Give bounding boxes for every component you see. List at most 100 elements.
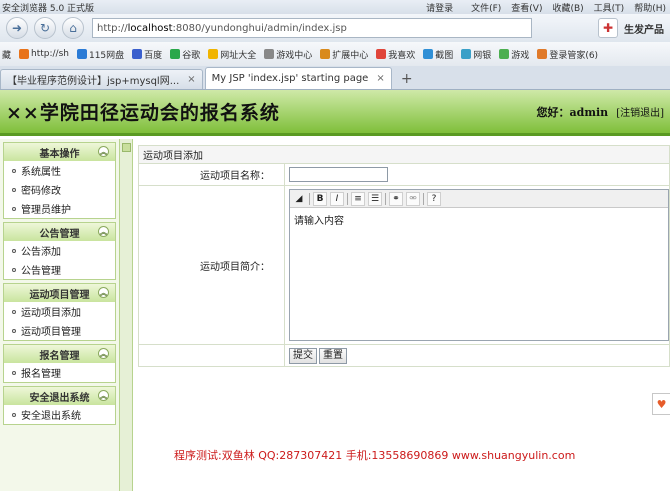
unlink-icon[interactable]: ⚮ (406, 191, 420, 206)
menu-favorites[interactable]: 收藏(B) (552, 1, 583, 14)
sport-name-input[interactable] (289, 167, 388, 182)
bookmark-icon (264, 49, 275, 59)
sidebar-group-basic: 基本操作 ︽ 系统属性 密码修改 管理员维护 (3, 142, 116, 219)
ordered-list-icon[interactable]: ≡ (351, 191, 365, 206)
bookmark-item[interactable]: 藏 (2, 48, 11, 61)
tab-index-jsp[interactable]: My JSP 'index.jsp' starting page × (204, 67, 392, 89)
forward-button[interactable]: ➜ (6, 17, 28, 39)
sidebar-group-signup: 报名管理 ︽ 报名管理 (3, 344, 116, 383)
bookmark-item[interactable]: 谷歌 (170, 48, 200, 61)
sport-intro-label: 运动项目简介： (138, 185, 285, 345)
product-link[interactable]: 生发产品 (624, 21, 664, 36)
link-icon[interactable]: ⚭ (389, 191, 403, 206)
sidebar-item-sport-add[interactable]: 运动项目添加 (4, 302, 115, 321)
italic-icon[interactable]: I (330, 191, 344, 206)
sidebar-group-header[interactable]: 基本操作 ︽ (4, 143, 115, 161)
rich-text-editor: ◢ B I ≡ ☰ ⚭ ⚮ ? 请输入内容 (289, 189, 669, 341)
bookmark-icon (170, 49, 181, 59)
menu-help[interactable]: 帮助(H) (634, 1, 666, 14)
form-heading: 运动项目添加 (138, 145, 670, 164)
float-like-button[interactable]: ♥ (652, 393, 670, 415)
submit-button[interactable]: 提交 (289, 347, 317, 364)
sidebar-item-system-attributes[interactable]: 系统属性 (4, 161, 115, 180)
main-content: 运动项目添加 运动项目名称： 运动项目简介： ◢ B I ≡ ☰ ⚭ ⚮ ? 请… (138, 145, 670, 367)
reset-button[interactable]: 重置 (319, 347, 347, 364)
collapse-icon[interactable]: ︽ (98, 226, 109, 237)
bullet-icon (12, 267, 16, 272)
browser-navbar: ➜ ↻ ⌂ http://localhost:8080/yundonghui/a… (0, 14, 670, 42)
url-path: :8080/yundonghui/admin/index.jsp (172, 22, 347, 34)
bullet-icon (12, 248, 16, 253)
add-favorite-button[interactable]: ✚ (598, 18, 618, 38)
bookmark-item[interactable]: 游戏 (499, 48, 529, 61)
sidebar-group-header[interactable]: 报名管理 ︽ (4, 345, 115, 363)
web-page: ××学院田径运动会的报名系统 您好：admin [注销退出] 基本操作 ︽ 系统属… (0, 90, 670, 491)
menu-file[interactable]: 文件(F) (471, 1, 501, 14)
bookmark-item[interactable]: 我喜欢 (376, 48, 415, 61)
new-tab-button[interactable]: + (396, 69, 418, 89)
user-greeting: 您好：admin (536, 105, 609, 119)
sidebar-item-notice-add[interactable]: 公告添加 (4, 241, 115, 260)
refresh-button[interactable]: ↻ (34, 17, 56, 39)
sidebar-item-change-password[interactable]: 密码修改 (4, 180, 115, 199)
bookmark-item[interactable]: 网址大全 (208, 48, 256, 61)
collapse-icon[interactable]: ︽ (98, 348, 109, 359)
close-icon[interactable]: × (376, 73, 384, 84)
tab-graduation-project[interactable]: 【毕业程序范例设计】jsp+mysql网... × (0, 69, 203, 89)
bookmark-item[interactable]: 扩展中心 (320, 48, 368, 61)
editor-content[interactable]: 请输入内容 (290, 208, 668, 231)
bookmark-item[interactable]: http://sh (19, 49, 69, 59)
editor-toolbar: ◢ B I ≡ ☰ ⚭ ⚮ ? (290, 190, 668, 208)
plus-icon: ✚ (602, 21, 614, 35)
help-icon[interactable]: ? (427, 191, 441, 206)
url-prefix: http:// (97, 22, 128, 34)
bullet-icon (12, 187, 16, 192)
address-bar[interactable]: http://localhost:8080/yundonghui/admin/i… (92, 18, 532, 38)
sidebar-item-sport-manage[interactable]: 运动项目管理 (4, 321, 115, 340)
collapse-icon[interactable]: ︽ (98, 146, 109, 157)
sidebar-group-header[interactable]: 运动项目管理 ︽ (4, 284, 115, 302)
sidebar-group-exit: 安全退出系统 ︽ 安全退出系统 (3, 386, 116, 425)
sidebar-item-admin-maintenance[interactable]: 管理员维护 (4, 199, 115, 218)
bookmark-icon (320, 49, 331, 59)
bookmark-icon (537, 49, 548, 59)
arrow-right-icon: ➜ (11, 21, 23, 35)
heart-icon: ♥ (656, 397, 667, 411)
home-button[interactable]: ⌂ (62, 17, 84, 39)
tab-strip: 【毕业程序范例设计】jsp+mysql网... × My JSP 'index.j… (0, 66, 670, 90)
bullet-icon (12, 412, 16, 417)
bookmark-item[interactable]: 115网盘 (76, 48, 124, 61)
collapse-icon[interactable]: ︽ (98, 287, 109, 298)
sidebar-splitter[interactable] (120, 139, 133, 491)
source-icon[interactable]: ◢ (292, 192, 306, 206)
splitter-handle-icon[interactable] (122, 143, 131, 152)
sidebar-group-header[interactable]: 公告管理 ︽ (4, 223, 115, 241)
close-icon[interactable]: × (187, 74, 195, 85)
sidebar-item-signup-manage[interactable]: 报名管理 (4, 363, 115, 382)
bookmark-icon (208, 49, 219, 59)
refresh-icon: ↻ (39, 21, 51, 35)
sport-add-form: 运动项目添加 运动项目名称： 运动项目简介： ◢ B I ≡ ☰ ⚭ ⚮ ? 请… (138, 145, 670, 367)
login-link[interactable]: 请登录 (426, 1, 453, 14)
bookmark-item[interactable]: 登录管家(6) (537, 48, 598, 61)
bold-icon[interactable]: B (313, 191, 327, 206)
sidebar: 基本操作 ︽ 系统属性 密码修改 管理员维护 公告管理 ︽ 公告添加 公告管理 运动… (0, 139, 120, 491)
collapse-icon[interactable]: ︽ (98, 390, 109, 401)
bookmark-item[interactable]: 网银 (461, 48, 491, 61)
sidebar-item-notice-manage[interactable]: 公告管理 (4, 260, 115, 279)
menu-view[interactable]: 查看(V) (511, 1, 542, 14)
menu-tools[interactable]: 工具(T) (594, 1, 625, 14)
site-header: ××学院田径运动会的报名系统 您好：admin [注销退出] (0, 90, 670, 136)
sidebar-item-safe-exit[interactable]: 安全退出系统 (4, 405, 115, 424)
sidebar-group-notice: 公告管理 ︽ 公告添加 公告管理 (3, 222, 116, 280)
bookmark-item[interactable]: 截图 (423, 48, 453, 61)
bullet-icon (12, 206, 16, 211)
bookmark-item[interactable]: 游戏中心 (264, 48, 312, 61)
sidebar-group-header[interactable]: 安全退出系统 ︽ (4, 387, 115, 405)
bookmark-item[interactable]: 百度 (132, 48, 162, 61)
logout-link[interactable]: [注销退出] (616, 104, 664, 119)
unordered-list-icon[interactable]: ☰ (368, 191, 382, 206)
bookmark-icon (461, 49, 472, 59)
footer-credit: 程序测试:双鱼林 QQ:287307421 手机:13558690869 www… (174, 449, 576, 462)
bookmark-icon (132, 49, 143, 59)
